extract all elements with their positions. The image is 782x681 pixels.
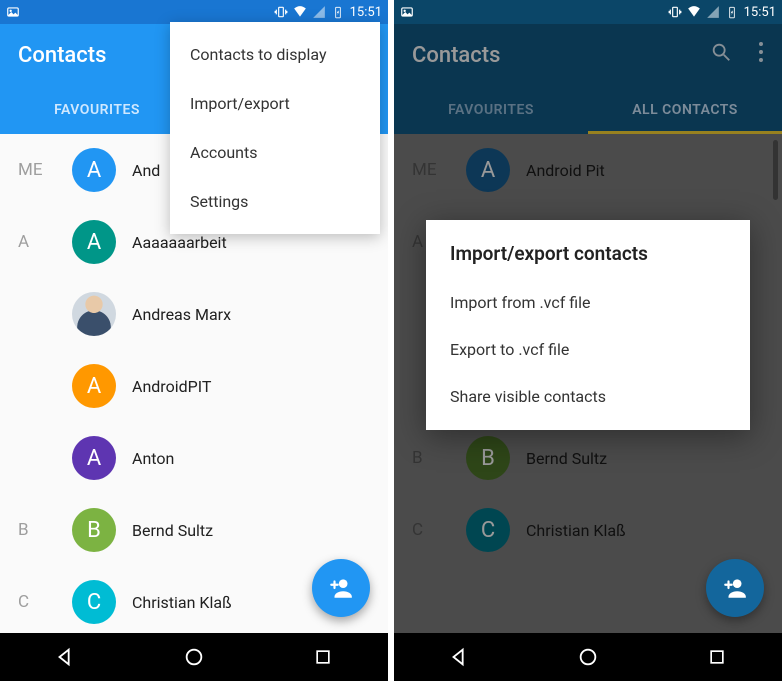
contact-name: Christian Klaß — [132, 593, 232, 612]
section-header-me: ME — [18, 160, 56, 180]
menu-import-export[interactable]: Import/export — [170, 79, 380, 128]
nav-home[interactable] — [576, 645, 600, 669]
nav-back[interactable] — [53, 645, 77, 669]
avatar: A — [72, 148, 116, 192]
contact-name: Aaaaaaarbeit — [132, 233, 227, 252]
avatar: A — [72, 436, 116, 480]
image-icon — [6, 5, 20, 19]
app-title: Contacts — [18, 43, 106, 68]
nav-home[interactable] — [182, 645, 206, 669]
dialog-title: Import/export contacts — [450, 242, 726, 265]
list-item[interactable]: B B Bernd Sultz — [0, 494, 388, 566]
battery-icon — [725, 5, 739, 19]
list-item[interactable]: Andreas Marx — [0, 278, 388, 350]
avatar: A — [72, 364, 116, 408]
signal-icon — [312, 5, 326, 19]
contact-name: And — [132, 161, 160, 180]
signal-icon — [706, 5, 720, 19]
add-person-icon — [722, 575, 748, 601]
list-item[interactable]: A Anton — [0, 422, 388, 494]
menu-accounts[interactable]: Accounts — [170, 128, 380, 177]
wifi-icon — [293, 5, 307, 19]
tab-favourites[interactable]: FAVOURITES — [0, 86, 194, 134]
vibrate-icon — [668, 5, 682, 19]
list-item[interactable]: A AndroidPIT — [0, 350, 388, 422]
dialog-import-vcf[interactable]: Import from .vcf file — [450, 279, 726, 326]
section-header-b: B — [18, 520, 56, 540]
add-person-icon — [328, 575, 354, 601]
avatar: C — [72, 580, 116, 624]
contact-name: AndroidPIT — [132, 377, 211, 396]
screenshot-right: 15:51 Contacts FAVOURITES ALL CONTACTS M… — [394, 0, 782, 681]
contact-name: Bernd Sultz — [132, 521, 213, 540]
image-icon — [400, 5, 414, 19]
overflow-menu: Contacts to display Import/export Accoun… — [170, 22, 380, 234]
section-header-c: C — [18, 592, 56, 612]
add-contact-fab[interactable] — [312, 559, 370, 617]
contact-name: Anton — [132, 449, 174, 468]
avatar: B — [72, 508, 116, 552]
status-time: 15:51 — [744, 5, 776, 20]
menu-contacts-to-display[interactable]: Contacts to display — [170, 30, 380, 79]
nav-bar — [0, 633, 388, 681]
nav-recents[interactable] — [311, 645, 335, 669]
nav-back[interactable] — [447, 645, 471, 669]
contact-name: Andreas Marx — [132, 305, 231, 324]
menu-settings[interactable]: Settings — [170, 177, 380, 226]
avatar: A — [72, 220, 116, 264]
battery-icon — [331, 5, 345, 19]
dialog-export-vcf[interactable]: Export to .vcf file — [450, 326, 726, 373]
vibrate-icon — [274, 5, 288, 19]
import-export-dialog: Import/export contacts Import from .vcf … — [426, 220, 750, 430]
nav-bar — [394, 633, 782, 681]
nav-recents[interactable] — [705, 645, 729, 669]
dialog-share-visible[interactable]: Share visible contacts — [450, 373, 726, 420]
avatar-photo — [72, 292, 116, 336]
add-contact-fab[interactable] — [706, 559, 764, 617]
status-bar: 15:51 — [0, 0, 388, 24]
status-bar: 15:51 — [394, 0, 782, 24]
section-header-a: A — [18, 232, 56, 252]
wifi-icon — [687, 5, 701, 19]
screenshot-left: 15:51 Contacts FAVOURITES ME A And A A A… — [0, 0, 388, 681]
status-time: 15:51 — [350, 5, 382, 20]
